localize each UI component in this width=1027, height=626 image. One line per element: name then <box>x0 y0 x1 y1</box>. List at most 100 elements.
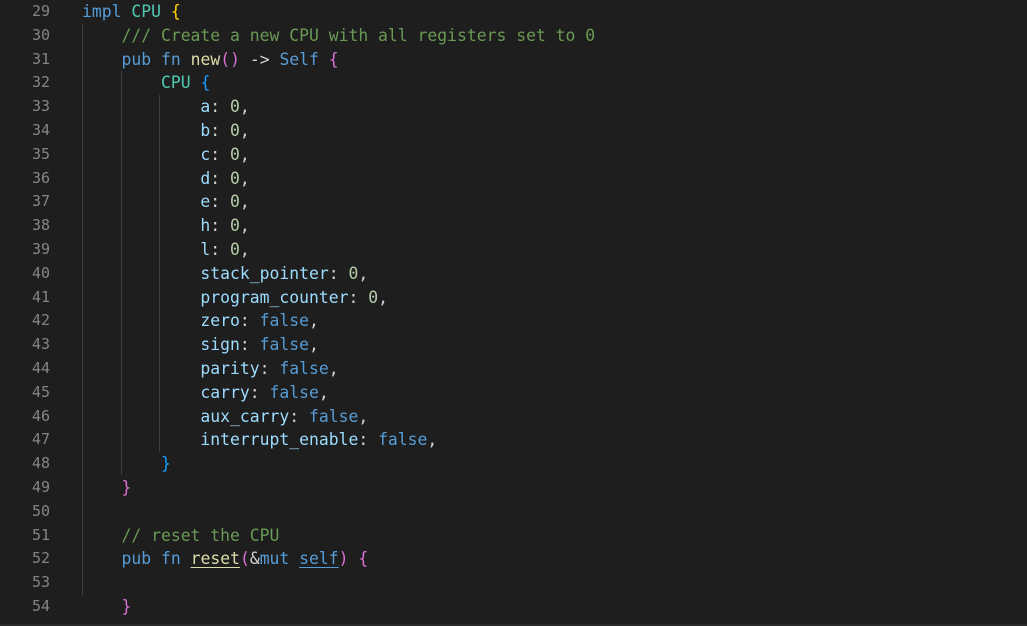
code-token: 0 <box>230 168 240 188</box>
code-token: 0 <box>368 287 379 307</box>
code-content[interactable]: CPU { <box>82 71 210 95</box>
code-token: new <box>190 49 221 69</box>
code-token: } <box>121 477 132 497</box>
code-line[interactable]: 41 program_counter: 0, <box>0 286 1027 310</box>
code-content[interactable]: stack_pointer: 0, <box>82 262 368 286</box>
code-line[interactable]: 31 pub fn new() -> Self { <box>0 48 1027 72</box>
code-content[interactable]: } <box>82 452 171 476</box>
line-number: 49 <box>31 477 50 496</box>
code-token: 0 <box>230 97 240 117</box>
line-number: 41 <box>31 287 50 306</box>
code-line[interactable]: 48 } <box>0 452 1027 476</box>
code-token: : <box>259 358 280 378</box>
code-token: program_counter <box>200 287 349 307</box>
code-token: : <box>239 335 260 355</box>
code-token: -> <box>239 49 280 69</box>
code-token: pub <box>121 49 152 69</box>
code-token: CPU <box>131 2 161 21</box>
code-line[interactable]: 40 stack_pointer: 0, <box>0 262 1027 286</box>
code-token: { <box>170 2 181 21</box>
code-line[interactable]: 39 l: 0, <box>0 238 1027 262</box>
code-token: , <box>328 358 339 378</box>
code-line[interactable]: 47 interrupt_enable: false, <box>0 428 1027 452</box>
code-token: , <box>239 239 250 259</box>
code-content[interactable]: parity: false, <box>82 357 339 381</box>
code-line[interactable]: 42 zero: false, <box>0 309 1027 333</box>
code-token: CPU <box>160 73 191 93</box>
code-line[interactable]: 51 // reset the CPU <box>0 524 1027 548</box>
code-token: Self <box>279 49 319 69</box>
code-token: pub <box>121 549 152 569</box>
code-line[interactable]: 29 impl CPU { <box>0 0 1027 24</box>
code-token: interrupt_enable <box>200 430 359 450</box>
code-content[interactable]: e: 0, <box>82 190 249 214</box>
code-token: 0 <box>230 144 240 164</box>
code-line[interactable]: 43 sign: false, <box>0 333 1027 357</box>
code-content[interactable]: interrupt_enable: false, <box>82 428 437 452</box>
line-number: 44 <box>31 358 50 377</box>
code-line[interactable]: 35 c: 0, <box>0 143 1027 167</box>
code-content[interactable]: pub fn reset(&mut self) { <box>82 547 368 571</box>
code-line[interactable]: 49 } <box>0 476 1027 500</box>
code-line[interactable]: 30 /// Create a new CPU with all registe… <box>0 24 1027 48</box>
code-line[interactable]: 54 } <box>0 595 1027 619</box>
code-token: l <box>200 239 211 259</box>
code-token: 0 <box>348 263 359 283</box>
line-number: 47 <box>31 430 50 449</box>
code-token: false <box>308 406 359 426</box>
code-token: b <box>200 120 211 140</box>
code-content[interactable]: b: 0, <box>82 119 249 143</box>
code-content[interactable]: // reset the CPU <box>82 524 279 548</box>
line-number: 48 <box>31 454 50 473</box>
code-line[interactable]: 53 <box>0 571 1027 595</box>
code-line[interactable]: 45 carry: false, <box>0 381 1027 405</box>
code-line[interactable]: 52 pub fn reset(&mut self) { <box>0 547 1027 571</box>
code-content[interactable]: zero: false, <box>82 309 318 333</box>
line-number: 53 <box>31 573 50 592</box>
code-line[interactable]: 33 a: 0, <box>0 95 1027 119</box>
code-content[interactable]: sign: false, <box>82 333 318 357</box>
code-lines[interactable]: 29 impl CPU {30 /// Create a new CPU with… <box>0 0 1027 619</box>
code-content[interactable]: carry: false, <box>82 381 328 405</box>
line-number: 38 <box>31 216 50 235</box>
code-token: , <box>239 144 250 164</box>
code-line[interactable]: 50 <box>0 500 1027 524</box>
code-content[interactable]: l: 0, <box>82 238 250 262</box>
code-content[interactable]: c: 0, <box>82 143 250 167</box>
code-content[interactable]: impl CPU { <box>82 0 181 24</box>
code-token: carry <box>200 382 250 402</box>
code-editor[interactable]: 29 impl CPU {30 /// Create a new CPU with… <box>0 0 1027 626</box>
code-content[interactable]: d: 0, <box>82 167 249 191</box>
code-line[interactable]: 36 d: 0, <box>0 167 1027 191</box>
code-content[interactable]: h: 0, <box>82 214 249 238</box>
code-line[interactable]: 34 b: 0, <box>0 119 1027 143</box>
code-line[interactable]: 37 e: 0, <box>0 190 1027 214</box>
code-content[interactable]: } <box>82 476 131 500</box>
code-content[interactable]: aux_carry: false, <box>82 405 368 429</box>
code-line[interactable]: 44 parity: false, <box>0 357 1027 381</box>
line-number: 33 <box>31 97 50 116</box>
code-content[interactable]: program_counter: 0, <box>82 286 388 310</box>
code-line[interactable]: 32 CPU { <box>0 71 1027 95</box>
code-content[interactable]: pub fn new() -> Self { <box>82 48 338 72</box>
code-token: 0 <box>230 216 240 236</box>
code-token: : <box>348 287 369 307</box>
code-content[interactable]: a: 0, <box>82 95 249 119</box>
code-line[interactable]: 38 h: 0, <box>0 214 1027 238</box>
code-content[interactable]: /// Create a new CPU with all registers … <box>82 24 595 48</box>
code-token: : <box>210 216 231 236</box>
code-line[interactable]: 46 aux_carry: false, <box>0 405 1027 429</box>
code-content[interactable]: } <box>82 595 131 619</box>
